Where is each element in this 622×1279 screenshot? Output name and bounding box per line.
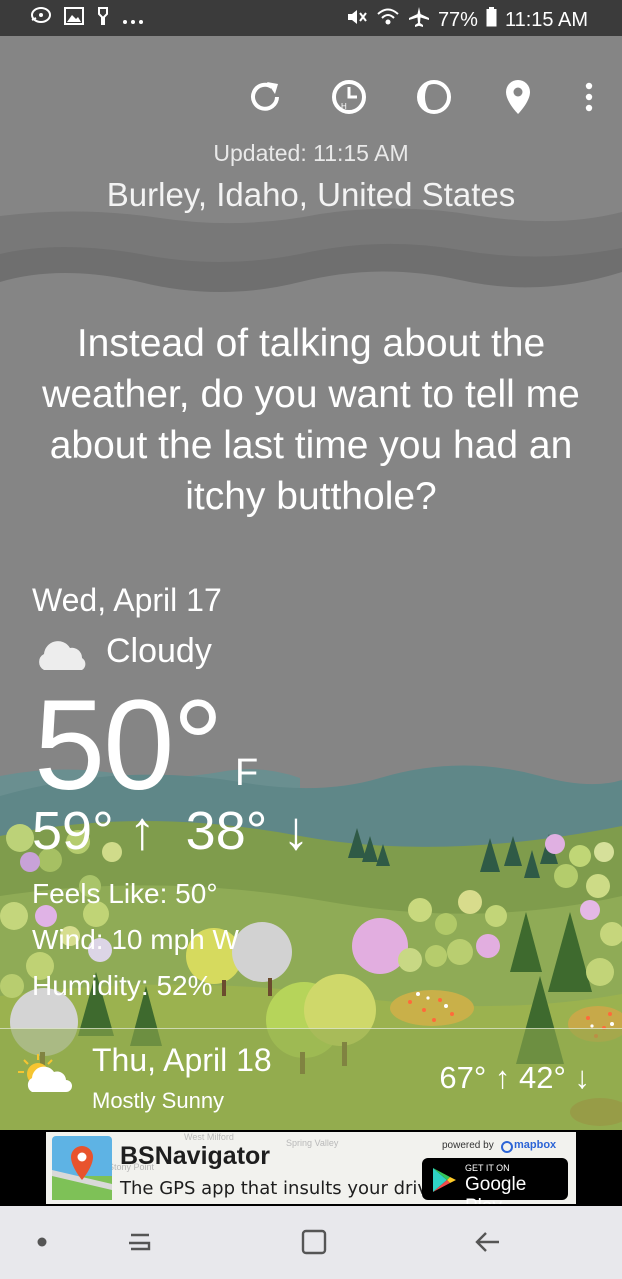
badge-small-text: GET IT ON bbox=[465, 1163, 510, 1173]
battery-icon bbox=[486, 7, 497, 33]
temperature-unit: F bbox=[235, 752, 259, 794]
badge-big-text: Google Play bbox=[465, 1174, 527, 1204]
bsnavigator-logo-icon bbox=[52, 1136, 112, 1204]
location-pin-icon bbox=[503, 78, 533, 121]
back-button[interactable] bbox=[468, 1224, 508, 1264]
moon-phase-icon bbox=[415, 78, 453, 121]
ad-subtitle: The GPS app that insults your driving. bbox=[120, 1178, 462, 1199]
feels-like: Feels Like: 50° bbox=[32, 878, 218, 909]
location-name[interactable]: Burley, Idaho, United States bbox=[0, 176, 622, 214]
high-temperature: 59° ↑ bbox=[32, 801, 156, 861]
overflow-menu-icon bbox=[584, 82, 594, 117]
home-button[interactable] bbox=[294, 1224, 334, 1264]
refresh-icon bbox=[246, 78, 284, 121]
dot-indicator[interactable] bbox=[22, 1224, 62, 1264]
humidity: Humidity: 52% bbox=[32, 970, 213, 1001]
status-time: 11:15 AM bbox=[504, 8, 588, 31]
current-date: Wed, April 17 bbox=[32, 582, 222, 618]
navigation-bar bbox=[0, 1206, 622, 1279]
map-label-west-milford: West Milford bbox=[184, 1132, 234, 1142]
google-play-icon bbox=[430, 1166, 458, 1199]
airplane-icon bbox=[408, 6, 430, 34]
forecast-divider bbox=[0, 1028, 622, 1029]
powered-by-label: powered by bbox=[442, 1140, 494, 1151]
map-label-spring-valley: Spring Valley bbox=[286, 1138, 339, 1148]
moon-phase-button[interactable] bbox=[411, 76, 457, 122]
mapbox-logo-icon bbox=[501, 1140, 513, 1158]
current-temperature: 50° bbox=[34, 674, 224, 817]
wifi-icon bbox=[376, 7, 400, 33]
more-dots-icon bbox=[122, 8, 144, 31]
partly-sunny-icon bbox=[16, 1052, 78, 1103]
forecast-condition: Mostly Sunny bbox=[92, 1088, 225, 1113]
low-temperature: 38° ↓ bbox=[185, 801, 310, 861]
mute-icon bbox=[346, 7, 368, 33]
status-bar: 77% 11:15 AM bbox=[0, 0, 622, 36]
weather-panel: H Updated: 11:15 AM Burley, Idaho, Unite… bbox=[0, 36, 622, 1130]
ambient-icon bbox=[96, 6, 110, 32]
forecast-date: Thu, April 18 bbox=[92, 1042, 272, 1078]
weather-app: 77% 11:15 AM H Updated: 11:15 AM Burley,… bbox=[0, 0, 622, 1279]
hourly-clock-icon: H bbox=[330, 78, 368, 121]
image-icon bbox=[64, 7, 84, 31]
hourly-forecast-button[interactable]: H bbox=[326, 76, 372, 122]
home-icon bbox=[299, 1227, 329, 1262]
toolbar: H bbox=[0, 76, 622, 126]
battery-percent: 77% bbox=[437, 8, 478, 31]
ad-title: BSNavigator bbox=[120, 1142, 271, 1170]
wind: Wind: 10 mph W bbox=[32, 924, 239, 955]
current-condition: Cloudy bbox=[106, 632, 212, 670]
overflow-menu-button[interactable] bbox=[566, 76, 612, 122]
snarky-message: Instead of talking about the weather, do… bbox=[42, 322, 580, 518]
refresh-button[interactable] bbox=[242, 76, 288, 122]
chat-icon bbox=[30, 6, 52, 32]
google-play-badge[interactable]: GET IT ON Google Play bbox=[422, 1158, 568, 1204]
recents-button[interactable] bbox=[120, 1224, 160, 1264]
back-arrow-icon bbox=[473, 1229, 503, 1260]
updated-time: Updated: 11:15 AM bbox=[213, 140, 409, 166]
dot-icon bbox=[36, 1235, 48, 1253]
svg-text:H: H bbox=[341, 102, 347, 111]
recents-icon bbox=[125, 1229, 155, 1260]
high-low: 59° ↑ 38° ↓ bbox=[32, 800, 309, 862]
location-button[interactable] bbox=[495, 76, 541, 122]
forecast-high-low: 67° ↑ 42° ↓ bbox=[439, 1060, 590, 1095]
mapbox-label: mapbox bbox=[514, 1139, 557, 1151]
ad-banner[interactable]: West Milford Spring Valley Stony Point B… bbox=[46, 1132, 576, 1204]
